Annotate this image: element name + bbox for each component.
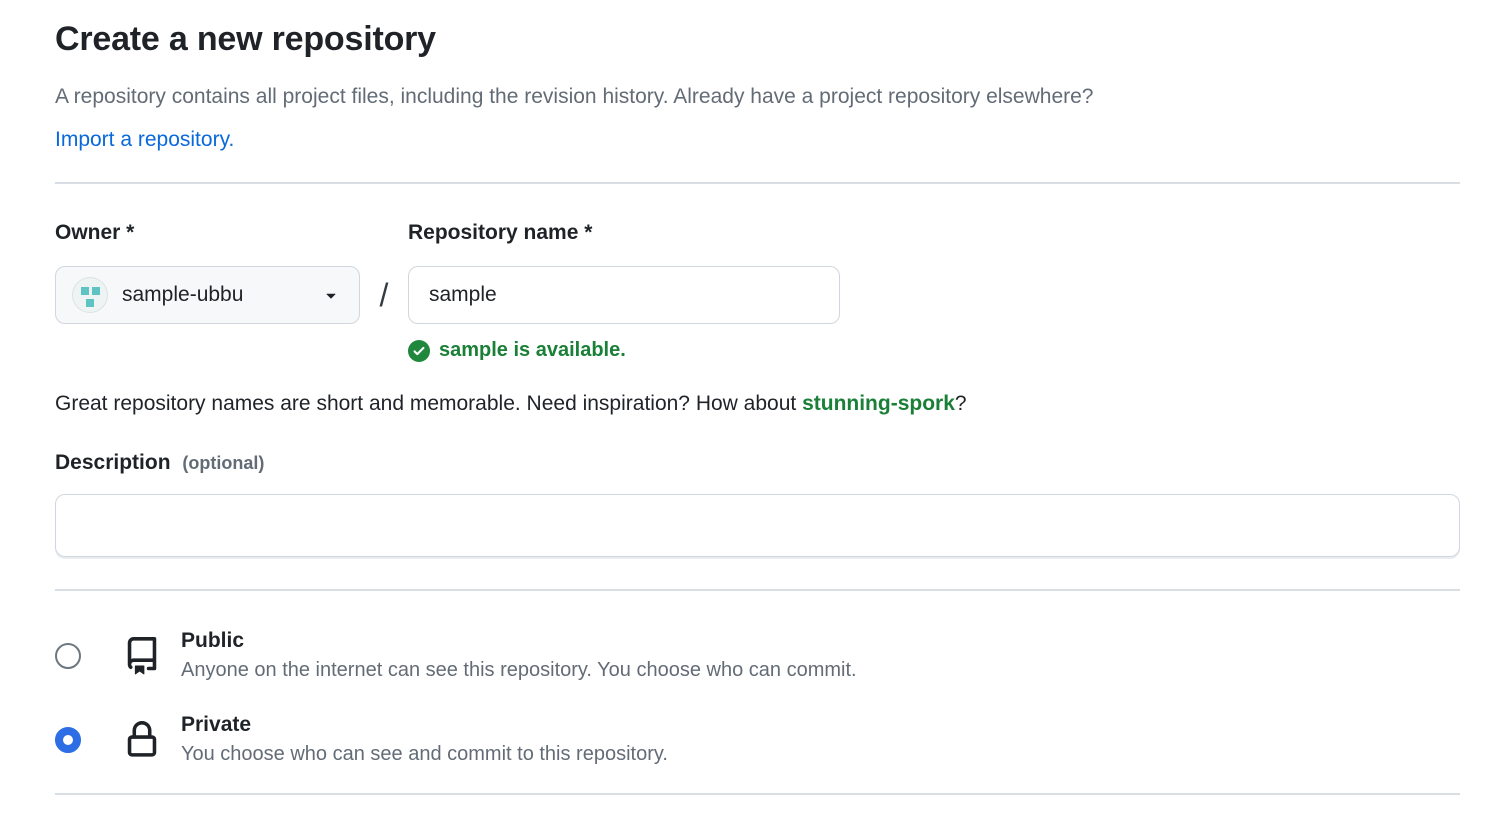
divider-middle xyxy=(55,589,1460,591)
owner-dropdown-button[interactable]: sample-ubbu xyxy=(55,266,360,324)
description-input[interactable] xyxy=(55,494,1460,557)
import-repository-link[interactable]: Import a repository. xyxy=(55,125,234,155)
create-repository-page: Create a new repository A repository con… xyxy=(0,0,1496,795)
visibility-option-private[interactable]: Private You choose who can see and commi… xyxy=(55,712,1460,767)
owner-label: Owner * xyxy=(55,220,360,246)
name-inspiration-text: Great repository names are short and mem… xyxy=(55,390,1460,418)
public-option-description: Anyone on the internet can see this repo… xyxy=(181,657,857,683)
owner-field: Owner * sample-ubbu xyxy=(55,220,360,324)
owner-avatar-identicon xyxy=(72,277,108,313)
private-option-description: You choose who can see and commit to thi… xyxy=(181,741,668,767)
inspiration-prefix: Great repository names are short and mem… xyxy=(55,392,802,415)
public-option-title: Public xyxy=(181,628,857,654)
visibility-option-public[interactable]: Public Anyone on the internet can see th… xyxy=(55,628,1460,683)
repo-book-icon xyxy=(121,637,163,675)
availability-message: sample is available. xyxy=(408,339,840,362)
description-label-row: Description (optional) xyxy=(55,450,1460,476)
page-subtitle: A repository contains all project files,… xyxy=(55,82,1460,112)
description-optional-hint: (optional) xyxy=(182,453,264,473)
check-circle-icon xyxy=(408,340,430,362)
page-title: Create a new repository xyxy=(55,20,1460,59)
owner-dropdown-value: sample-ubbu xyxy=(122,283,243,307)
private-radio[interactable] xyxy=(55,727,81,753)
availability-text: sample is available. xyxy=(439,339,626,362)
owner-repo-separator-col: / xyxy=(360,220,408,324)
lock-icon xyxy=(121,721,163,759)
description-label: Description xyxy=(55,451,171,474)
divider-top xyxy=(55,182,1460,184)
private-option-text: Private You choose who can see and commi… xyxy=(181,712,668,767)
inspiration-suffix: ? xyxy=(955,392,967,415)
owner-repo-row: Owner * sample-ubbu / Repository name * xyxy=(55,220,1460,362)
suggested-repo-name[interactable]: stunning-spork xyxy=(802,392,955,415)
divider-bottom xyxy=(55,793,1460,795)
repository-name-field: Repository name * sample is available. xyxy=(408,220,840,362)
public-option-text: Public Anyone on the internet can see th… xyxy=(181,628,857,683)
slash-separator: / xyxy=(380,277,389,313)
repository-name-label: Repository name * xyxy=(408,220,840,246)
triangle-down-icon xyxy=(321,285,341,305)
private-option-title: Private xyxy=(181,712,668,738)
public-radio[interactable] xyxy=(55,643,81,669)
repository-name-input[interactable] xyxy=(408,266,840,324)
